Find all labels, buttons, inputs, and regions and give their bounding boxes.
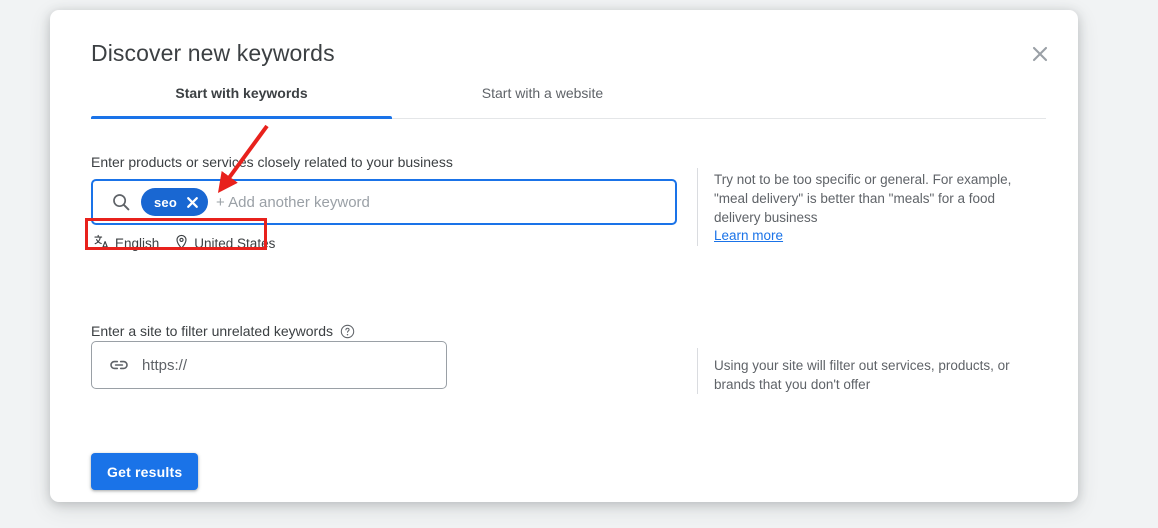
site-help-text: Using your site will filter out services…	[714, 358, 1010, 392]
language-selector[interactable]: English	[94, 234, 159, 253]
discover-new-keywords-dialog: Discover new keywords Start with keyword…	[50, 10, 1078, 502]
learn-more-link[interactable]: Learn more	[714, 228, 783, 243]
keyword-chip-remove-icon[interactable]	[184, 194, 200, 210]
search-icon	[109, 190, 133, 214]
keyword-chip-label: seo	[154, 194, 178, 210]
get-results-button[interactable]: Get results	[91, 453, 199, 490]
location-selector[interactable]: United States	[174, 234, 275, 253]
tab-start-with-a-website[interactable]: Start with a website	[392, 82, 693, 118]
language-and-location-row: English United States	[94, 232, 275, 254]
helper-divider-keywords	[697, 168, 698, 246]
keywords-help-text: Try not to be too specific or general. F…	[714, 172, 1012, 225]
location-pin-icon	[174, 234, 189, 253]
tab-label: Start with a website	[481, 85, 604, 101]
location-label: United States	[194, 235, 276, 251]
keywords-field-label: Enter products or services closely relat…	[91, 154, 453, 170]
link-icon	[108, 354, 130, 376]
active-tab-indicator	[91, 116, 392, 119]
tab-label: Start with keywords	[175, 85, 308, 101]
site-field-label-text: Enter a site to filter unrelated keyword…	[91, 323, 334, 339]
helper-divider-site	[697, 348, 698, 394]
close-icon	[1030, 44, 1050, 64]
dialog-title: Discover new keywords	[91, 40, 335, 66]
tab-start-with-keywords[interactable]: Start with keywords	[91, 82, 392, 118]
language-label: English	[115, 235, 160, 251]
keyword-chip[interactable]: seo	[141, 188, 209, 216]
close-button[interactable]	[1022, 36, 1058, 72]
site-url-input[interactable]: https://	[91, 341, 447, 389]
help-circle-icon[interactable]	[340, 324, 355, 339]
translate-icon	[94, 234, 110, 253]
tab-bar: Start with keywords Start with a website	[91, 82, 1046, 119]
site-field-label: Enter a site to filter unrelated keyword…	[91, 323, 355, 339]
keywords-input[interactable]: seo + Add another keyword	[91, 179, 677, 225]
keywords-input-placeholder: + Add another keyword	[216, 193, 370, 211]
site-url-placeholder: https://	[142, 356, 188, 374]
